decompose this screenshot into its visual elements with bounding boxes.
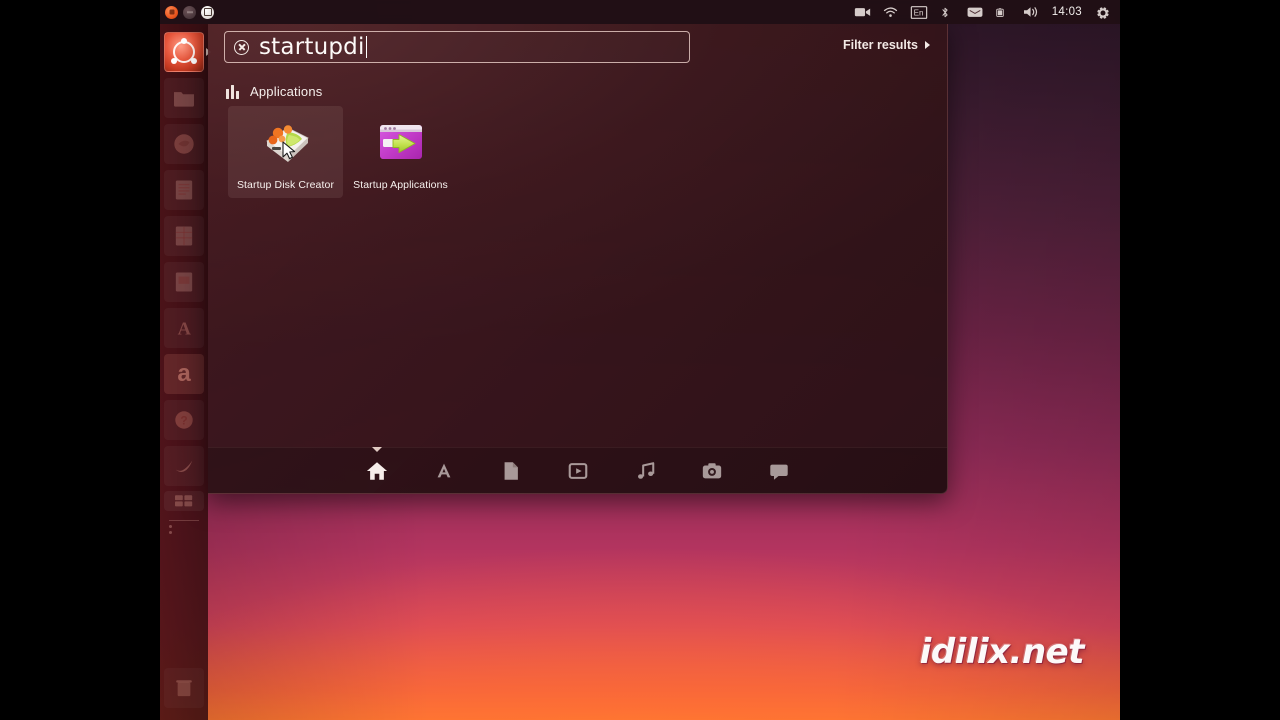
sidebar-item-amazon[interactable]: a xyxy=(164,354,204,394)
ubuntu-logo-icon xyxy=(171,38,197,64)
top-panel: En 14:03 xyxy=(160,0,1120,24)
applications-icon xyxy=(437,463,451,477)
document-icon xyxy=(504,461,518,480)
amazon-icon: a xyxy=(177,360,191,387)
folder-icon xyxy=(164,78,204,118)
screen: idilix.net En 14:03 A a ? startupdi Filt… xyxy=(0,0,1280,720)
wifi-icon[interactable] xyxy=(882,5,899,20)
result-label: Startup Applications xyxy=(353,179,448,191)
result-label: Startup Disk Creator xyxy=(236,179,335,191)
sidebar-item-libreoffice-impress[interactable] xyxy=(164,262,204,302)
close-icon[interactable] xyxy=(165,5,178,19)
svg-text:A: A xyxy=(178,318,192,338)
desktop-content: idilix.net En 14:03 A a ? startupdi Filt… xyxy=(160,0,1120,720)
lens-files[interactable] xyxy=(500,460,522,482)
svg-text:En: En xyxy=(913,8,923,17)
sidebar-item-files[interactable] xyxy=(164,78,204,118)
category-label: Applications xyxy=(250,84,323,99)
lens-bar xyxy=(208,446,947,493)
window-controls xyxy=(160,5,214,19)
launcher-separator xyxy=(169,520,199,521)
lens-music[interactable] xyxy=(634,460,656,482)
minimize-icon[interactable] xyxy=(183,5,196,19)
search-input[interactable]: startupdi xyxy=(224,31,690,63)
workspace-icon xyxy=(164,491,204,511)
video-icon xyxy=(568,462,588,479)
usb-disk-icon xyxy=(258,114,314,170)
lens-messages[interactable] xyxy=(768,460,790,482)
sidebar-item-ubuntu-software-center[interactable]: A xyxy=(164,308,204,348)
sidebar-item-trash[interactable] xyxy=(164,668,204,708)
chat-bubble-icon xyxy=(770,464,788,480)
applications-category-icon xyxy=(226,84,241,99)
search-input-value: startupdi xyxy=(259,33,365,60)
startup-window-icon xyxy=(373,114,429,170)
document-icon xyxy=(164,170,204,210)
unity-launcher: A a ? xyxy=(160,24,211,720)
gear-icon[interactable] xyxy=(1095,5,1112,20)
camera-icon xyxy=(702,462,722,478)
maximize-icon[interactable] xyxy=(201,5,214,19)
firefox-icon xyxy=(164,124,204,164)
lens-video[interactable] xyxy=(567,460,589,482)
result-startup-applications[interactable]: Startup Applications xyxy=(343,106,458,198)
bluetooth-icon[interactable] xyxy=(938,5,955,20)
screen-recorder-icon[interactable] xyxy=(854,5,871,20)
svg-text:?: ? xyxy=(180,414,187,428)
unity-dash: startupdi Filter results Applications St… xyxy=(208,24,948,494)
lens-applications[interactable] xyxy=(433,460,455,482)
sidebar-item-libreoffice-writer[interactable] xyxy=(164,170,204,210)
triangle-right-icon xyxy=(925,41,930,49)
lens-photos[interactable] xyxy=(701,460,723,482)
volume-icon[interactable] xyxy=(1022,5,1039,20)
results-grid: Startup Disk Creator Startup Application… xyxy=(228,106,458,198)
trash-icon xyxy=(164,668,204,708)
text-caret xyxy=(365,36,368,58)
result-startup-disk-creator[interactable]: Startup Disk Creator xyxy=(228,106,343,198)
sidebar-item-dash-home[interactable] xyxy=(164,32,211,72)
presentation-icon xyxy=(164,262,204,302)
clock[interactable]: 14:03 xyxy=(1050,6,1084,18)
messaging-icon[interactable] xyxy=(966,5,983,20)
watermark: idilix.net xyxy=(919,632,1085,672)
help-icon: ? xyxy=(164,400,204,440)
sidebar-item-firefox[interactable] xyxy=(164,124,204,164)
home-icon xyxy=(366,461,388,480)
software-center-icon: A xyxy=(164,308,204,348)
system-tray: En 14:03 xyxy=(854,5,1120,20)
filter-results-label: Filter results xyxy=(842,38,918,52)
music-note-icon xyxy=(638,461,655,479)
sidebar-item-ubuntu-help[interactable]: ? xyxy=(164,400,204,440)
dash-search-row: startupdi Filter results xyxy=(208,24,947,70)
active-lens-indicator-icon xyxy=(372,446,382,452)
battery-icon[interactable] xyxy=(994,5,1011,20)
bird-icon xyxy=(164,446,204,486)
sidebar-item-gwibber[interactable] xyxy=(164,446,204,486)
spreadsheet-icon xyxy=(164,216,204,256)
category-header: Applications xyxy=(226,84,323,99)
sidebar-item-workspace-switcher[interactable] xyxy=(164,491,204,511)
keyboard-layout-icon[interactable]: En xyxy=(910,5,927,20)
lens-home[interactable] xyxy=(366,446,388,482)
filter-results-button[interactable]: Filter results xyxy=(843,38,930,52)
launcher-indicator-dots xyxy=(169,525,199,534)
sidebar-item-libreoffice-calc[interactable] xyxy=(164,216,204,256)
clear-icon[interactable] xyxy=(234,39,249,55)
